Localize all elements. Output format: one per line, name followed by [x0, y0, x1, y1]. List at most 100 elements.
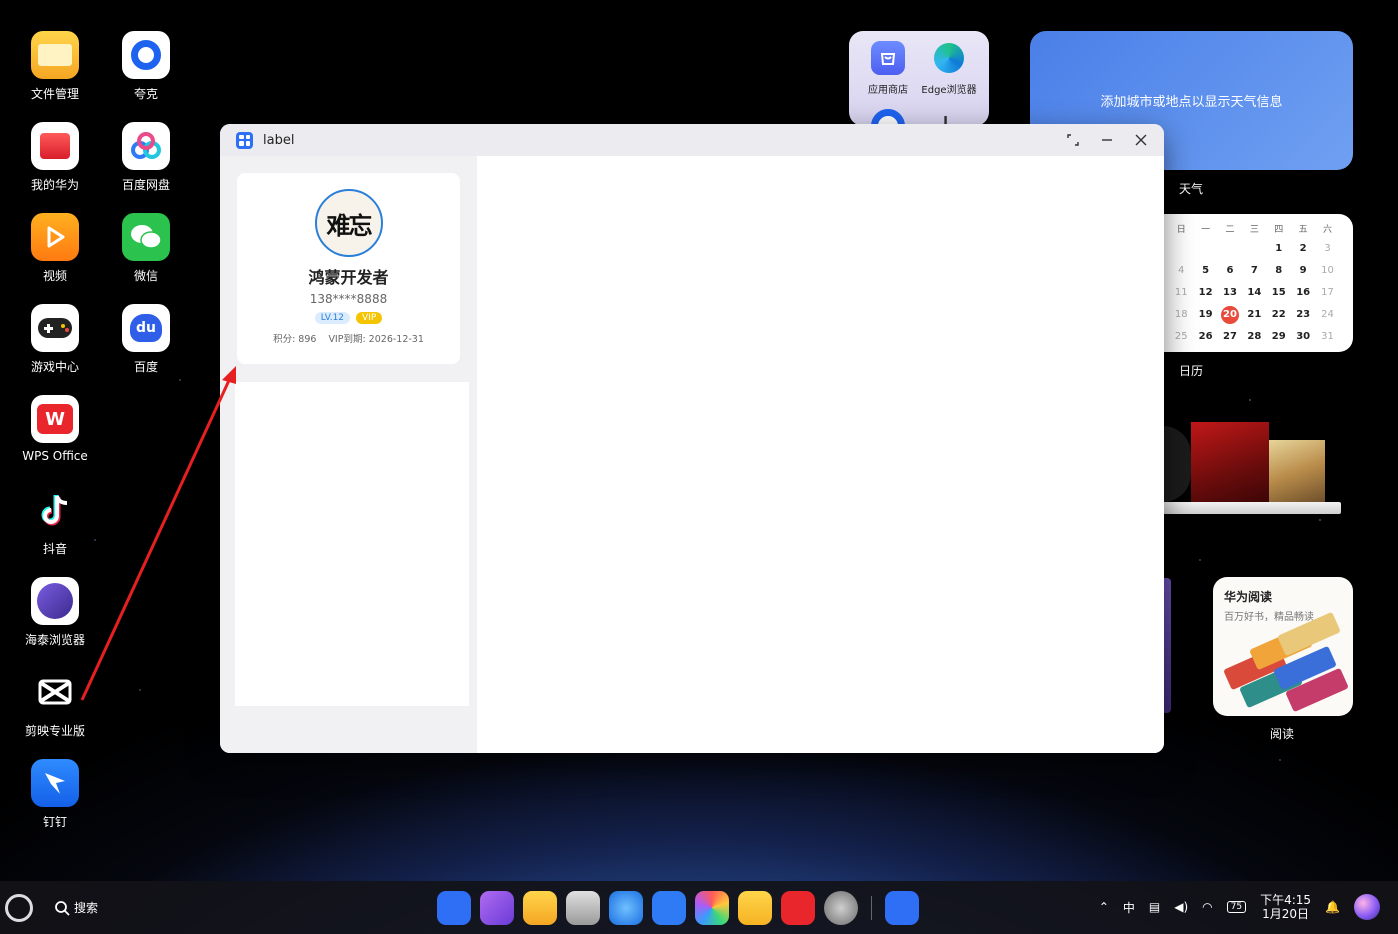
battery-icon[interactable]: 75 [1226, 901, 1247, 913]
calendar-day[interactable] [1242, 241, 1266, 257]
calendar-day[interactable]: 27 [1218, 329, 1242, 345]
desktop-icon-label: 游戏中心 [30, 360, 79, 374]
calendar-day[interactable]: 13 [1218, 285, 1242, 301]
desktop-icon-quark[interactable]: 夸克 [106, 31, 186, 102]
calendar-day[interactable] [1193, 241, 1217, 257]
chevron-up-icon[interactable]: ⌃ [1099, 900, 1109, 914]
launcher-icon[interactable] [437, 891, 471, 925]
calendar-day[interactable]: 12 [1193, 285, 1217, 301]
calendar-day[interactable]: 18 [1169, 307, 1193, 323]
calendar-day[interactable]: 15 [1267, 285, 1291, 301]
calendar-day[interactable]: 6 [1218, 263, 1242, 279]
clock[interactable]: 下午4:15 1月20日 [1260, 893, 1311, 921]
minimize-icon[interactable] [1100, 133, 1114, 147]
video-icon [31, 213, 79, 261]
close-icon[interactable] [1134, 133, 1148, 147]
desktop-icon-haitai-browser[interactable]: 海泰浏览器 [15, 577, 95, 648]
start-button[interactable] [5, 894, 33, 922]
capcut-icon [31, 668, 79, 716]
calendar-day[interactable]: 11 [1169, 285, 1193, 301]
points-text: 积分: 896 [273, 334, 317, 345]
folder-icon [31, 31, 79, 79]
calendar-widget[interactable]: 日一二三四五六 1 2 3 4 5 6 7 8 9 10 11 12 13 14 15 16 17 18 19 20 21… [1163, 214, 1353, 352]
calendar-weekday: 五 [1298, 225, 1308, 235]
desktop-icon-douyin[interactable]: 抖音 [15, 486, 95, 557]
wifi-icon[interactable]: ◠ [1202, 900, 1212, 914]
avatar: 难忘 [314, 189, 383, 257]
gallery-icon[interactable] [695, 891, 729, 925]
calendar-day[interactable]: 22 [1267, 307, 1291, 323]
level-badge: LV.12 [314, 312, 351, 324]
calendar-day[interactable]: 2 [1291, 241, 1315, 257]
profile-card[interactable]: 难忘 鸿蒙开发者 138****8888 LV.12 VIP 积分: 896 V… [237, 173, 460, 364]
calendar-day[interactable]: 28 [1242, 329, 1266, 345]
calendar-day[interactable]: 3 [1315, 241, 1339, 257]
calendar-day[interactable]: 31 [1315, 329, 1339, 345]
settings-icon[interactable] [824, 891, 858, 925]
desktop-icon-my-huawei[interactable]: 我的华为 [15, 122, 95, 193]
window-titlebar[interactable]: label [220, 124, 1164, 156]
calendar-day[interactable]: 5 [1193, 263, 1217, 279]
desktop-icon-label: 微信 [133, 269, 158, 283]
folder-app-edge[interactable]: Edge浏览器 [917, 41, 981, 96]
calendar-day[interactable]: 25 [1169, 329, 1193, 345]
calendar-day[interactable]: 8 [1267, 263, 1291, 279]
desktop-icon-capcut[interactable]: 剪映专业版 [15, 668, 95, 739]
mail-icon[interactable] [652, 891, 686, 925]
desktop-icon-wechat[interactable]: 微信 [106, 213, 186, 284]
calendar-day[interactable]: 9 [1291, 263, 1315, 279]
multitask-icon[interactable] [480, 891, 514, 925]
desktop-icon-game-center[interactable]: 游戏中心 [15, 304, 95, 375]
label-app-icon[interactable] [885, 891, 919, 925]
calendar-day[interactable]: 19 [1193, 307, 1217, 323]
clipboard-icon[interactable]: ▤ [1149, 900, 1160, 914]
vip-expiry-text: VIP到期: 2026-12-31 [328, 334, 424, 345]
volume-icon[interactable]: ◀) [1174, 900, 1188, 914]
calendar-day[interactable]: 21 [1242, 307, 1266, 323]
calendar-day[interactable]: 23 [1291, 307, 1315, 323]
bell-icon[interactable]: 🔔 [1325, 900, 1340, 914]
desktop-icon-video[interactable]: 视频 [15, 213, 95, 284]
folder-app-store[interactable]: 应用商店 [856, 41, 920, 96]
music-shelf [1163, 502, 1341, 514]
desktop-icon-label: 海泰浏览器 [24, 633, 85, 647]
calendar-day[interactable]: 24 [1315, 307, 1339, 323]
desktop-icon-label: 抖音 [42, 542, 67, 556]
search-button[interactable]: 搜索 [54, 899, 98, 916]
app-folder-widget[interactable]: 应用商店 Edge浏览器 + [849, 31, 989, 126]
desktop-icon-file-manager[interactable]: 文件管理 [15, 31, 95, 102]
calendar-day[interactable] [1169, 241, 1193, 257]
calendar-day[interactable]: 26 [1193, 329, 1217, 345]
music-widget[interactable] [1163, 418, 1343, 514]
restore-icon[interactable] [1066, 133, 1080, 147]
app-window[interactable]: label 难忘 鸿蒙开发者 138****8888 LV.12 VIP 积分:… [220, 124, 1164, 753]
ime-indicator[interactable]: 中 [1123, 899, 1135, 916]
assistant-orb-icon[interactable] [1354, 894, 1380, 920]
desktop-icon-baidu-netdisk[interactable]: 百度网盘 [106, 122, 186, 193]
calendar-weekday: 一 [1201, 225, 1211, 235]
calendar-day[interactable]: 10 [1315, 263, 1339, 279]
notes-icon[interactable] [738, 891, 772, 925]
folder-app-label: Edge浏览器 [921, 85, 977, 96]
calendar-day[interactable]: 1 [1267, 241, 1291, 257]
calendar-day[interactable]: 30 [1291, 329, 1315, 345]
desktop-icon-baidu[interactable]: du 百度 [106, 304, 186, 375]
calendar-day[interactable]: 20 [1218, 306, 1242, 324]
calendar-day[interactable]: 7 [1242, 263, 1266, 279]
browser-icon[interactable] [609, 891, 643, 925]
desktop-icon-wps[interactable]: W WPS Office [15, 395, 95, 463]
app-store-icon [871, 41, 905, 75]
vinyl-record [1163, 426, 1191, 502]
calendar-day[interactable]: 14 [1242, 285, 1266, 301]
files-icon[interactable] [523, 891, 557, 925]
calendar-day[interactable]: 17 [1315, 285, 1339, 301]
app-gallery-icon[interactable] [781, 891, 815, 925]
trash-icon[interactable] [566, 891, 600, 925]
calendar-day[interactable] [1218, 241, 1242, 257]
calendar-day[interactable]: 16 [1291, 285, 1315, 301]
desktop-icon-dingtalk[interactable]: 钉钉 [15, 759, 95, 830]
calendar-day[interactable]: 29 [1267, 329, 1291, 345]
baidu-netdisk-icon [122, 122, 170, 170]
reading-widget[interactable]: 华为阅读 百万好书，精品畅读 [1213, 577, 1353, 716]
calendar-day[interactable]: 4 [1169, 263, 1193, 279]
